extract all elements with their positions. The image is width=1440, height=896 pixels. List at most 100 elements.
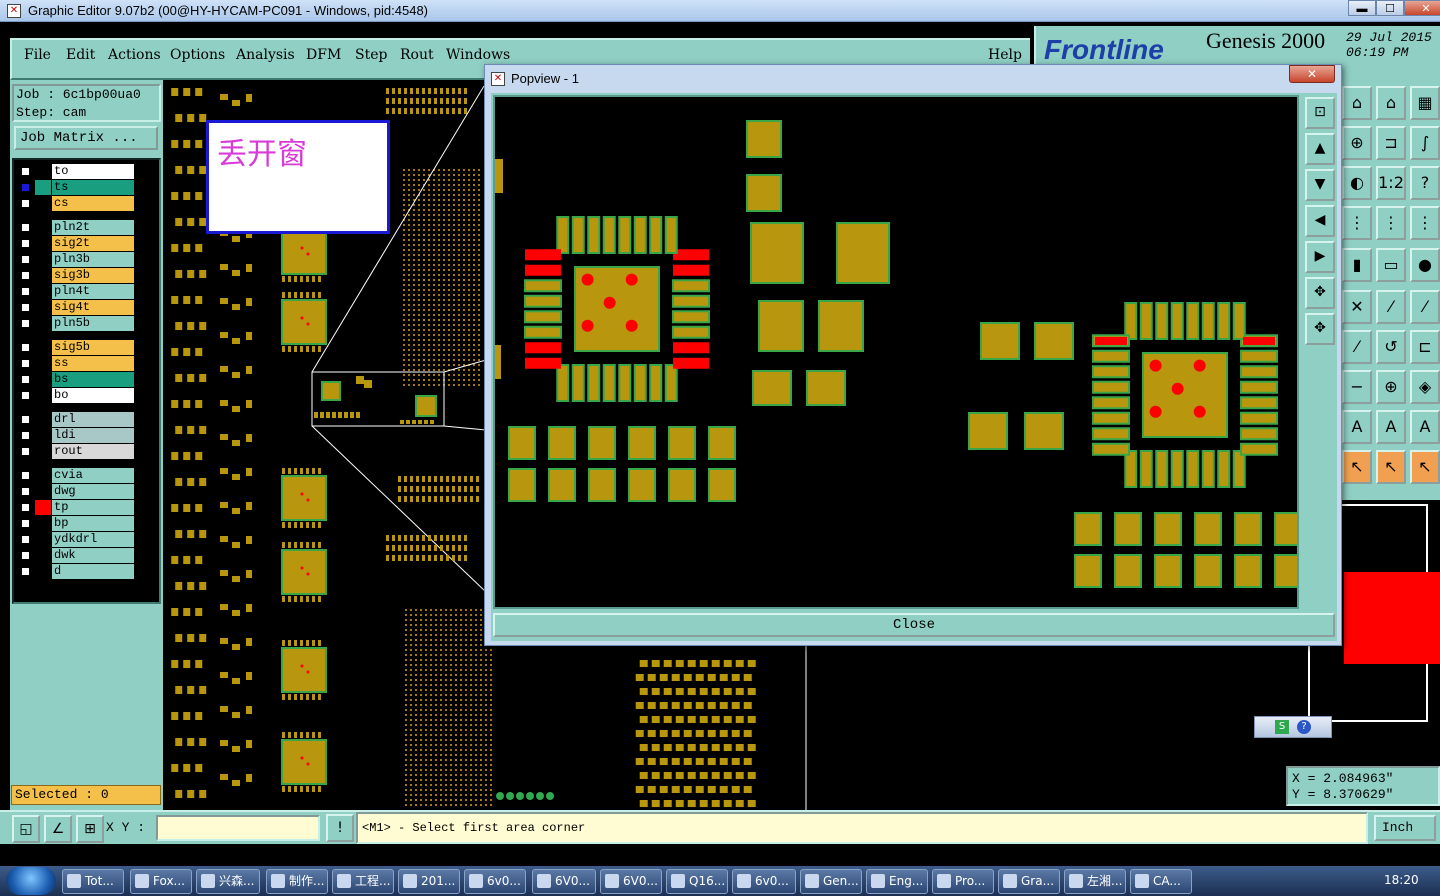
tool-bracket-icon[interactable]: ⊏ bbox=[1410, 330, 1440, 364]
layer-checkbox[interactable] bbox=[20, 302, 31, 313]
layer-checkbox[interactable] bbox=[20, 166, 31, 177]
layer-checkbox[interactable] bbox=[20, 198, 31, 209]
layer-checkbox[interactable] bbox=[20, 254, 31, 265]
layer-checkbox[interactable] bbox=[20, 182, 31, 193]
layer-row-ts[interactable]: ts bbox=[16, 180, 136, 195]
layer-row-bs[interactable]: bs bbox=[16, 372, 136, 387]
window-titlebar[interactable]: ✕ Graphic Editor 9.07b2 (00@HY-HYCAM-PC0… bbox=[0, 0, 1440, 22]
snap-mode-icon[interactable]: ◱ bbox=[12, 815, 40, 843]
taskbar-item[interactable]: Gra... bbox=[998, 869, 1060, 894]
layer-row-drl[interactable]: drl bbox=[16, 412, 136, 427]
layer-checkbox[interactable] bbox=[20, 318, 31, 329]
taskbar-item[interactable]: Gen... bbox=[800, 869, 862, 894]
taskbar-item[interactable]: Q16... bbox=[666, 869, 728, 894]
layer-checkbox[interactable] bbox=[20, 390, 31, 401]
menu-analysis[interactable]: Analysis bbox=[236, 47, 295, 63]
menu-edit[interactable]: Edit bbox=[66, 47, 95, 63]
tool-dot-icon[interactable]: ● bbox=[1410, 248, 1440, 282]
menu-windows[interactable]: Windows bbox=[446, 47, 510, 63]
pv-zoom-up-icon[interactable]: ▲ bbox=[1305, 133, 1335, 165]
taskbar-item[interactable]: 制作... bbox=[266, 869, 328, 894]
layer-row-ldi[interactable]: ldi bbox=[16, 428, 136, 443]
layer-checkbox[interactable] bbox=[20, 486, 31, 497]
layer-checkbox[interactable] bbox=[20, 446, 31, 457]
layer-name[interactable]: bo bbox=[52, 388, 134, 403]
tool-text-icon[interactable]: A bbox=[1342, 410, 1372, 444]
xy-input[interactable] bbox=[156, 815, 320, 841]
floating-toolbar[interactable]: S ? bbox=[1254, 716, 1332, 738]
tool-cross-icon[interactable]: ✕ bbox=[1342, 290, 1372, 324]
layer-checkbox[interactable] bbox=[20, 358, 31, 369]
tool-snap-icon[interactable]: ⊐ bbox=[1376, 126, 1406, 160]
taskbar-item[interactable]: CA... bbox=[1130, 869, 1192, 894]
tool-minus-icon[interactable]: − bbox=[1342, 370, 1372, 404]
tool-scale-icon[interactable]: 1:2 bbox=[1376, 166, 1406, 200]
layer-row-bo[interactable]: bo bbox=[16, 388, 136, 403]
taskbar-item[interactable]: Tot... bbox=[62, 869, 124, 894]
layer-name[interactable]: to bbox=[52, 164, 134, 179]
layer-row-pln4t[interactable]: pln4t bbox=[16, 284, 136, 299]
angle-mode-icon[interactable]: ∠ bbox=[44, 815, 72, 843]
layer-checkbox[interactable] bbox=[20, 470, 31, 481]
layer-row-pln5b[interactable]: pln5b bbox=[16, 316, 136, 331]
tool-arc-icon[interactable]: ↺ bbox=[1376, 330, 1406, 364]
layer-row-tp[interactable]: tp bbox=[16, 500, 136, 515]
layer-name[interactable]: dwg bbox=[52, 484, 134, 499]
popview-canvas[interactable] bbox=[493, 95, 1299, 609]
tool-pan-icon[interactable]: ⊕ bbox=[1342, 126, 1372, 160]
menu-actions[interactable]: Actions bbox=[108, 47, 161, 63]
layer-name[interactable]: ydkdrl bbox=[52, 532, 134, 547]
tool-ruler-icon[interactable]: ▭ bbox=[1376, 248, 1406, 282]
alert-icon[interactable]: ! bbox=[326, 814, 354, 842]
tool-redraw-icon[interactable]: ◐ bbox=[1342, 166, 1372, 200]
tool-text3-icon[interactable]: A bbox=[1410, 410, 1440, 444]
layer-checkbox[interactable] bbox=[20, 238, 31, 249]
layer-name[interactable]: sig5b bbox=[52, 340, 134, 355]
layer-name[interactable]: pln3b bbox=[52, 252, 134, 267]
tool-net3-icon[interactable]: ⋮ bbox=[1410, 206, 1440, 240]
s-icon[interactable]: S bbox=[1275, 720, 1289, 734]
tool-shapes-icon[interactable]: ◈ bbox=[1410, 370, 1440, 404]
taskbar-item[interactable]: 6v0... bbox=[732, 869, 796, 894]
menu-file[interactable]: File bbox=[24, 47, 51, 63]
help-circle-icon[interactable]: ? bbox=[1297, 720, 1311, 734]
tool-measure-icon[interactable]: ∫ bbox=[1410, 126, 1440, 160]
layer-name[interactable]: cs bbox=[52, 196, 134, 211]
tool-zoom-home-icon[interactable]: ⌂ bbox=[1342, 86, 1372, 120]
grid-mode-icon[interactable]: ⊞ bbox=[76, 815, 104, 843]
taskbar-item[interactable]: 6V0... bbox=[532, 869, 596, 894]
unit-selector[interactable]: Inch bbox=[1374, 815, 1436, 841]
layer-row-sig5b[interactable]: sig5b bbox=[16, 340, 136, 355]
pv-zoom-right-icon[interactable]: ▶ bbox=[1305, 241, 1335, 273]
layer-name[interactable]: sig4t bbox=[52, 300, 134, 315]
layer-name[interactable]: sig2t bbox=[52, 236, 134, 251]
layer-checkbox[interactable] bbox=[20, 374, 31, 385]
taskbar-item[interactable]: 201... bbox=[398, 869, 460, 894]
taskbar-item[interactable]: 左湘... bbox=[1064, 869, 1126, 894]
layer-name[interactable]: ldi bbox=[52, 428, 134, 443]
tool-select-icon[interactable]: ↖ bbox=[1376, 450, 1406, 484]
layer-name[interactable]: pln4t bbox=[52, 284, 134, 299]
tool-net2-icon[interactable]: ⋮ bbox=[1376, 206, 1406, 240]
layer-row-d[interactable]: d bbox=[16, 564, 136, 579]
taskbar-item[interactable]: Pro... bbox=[932, 869, 994, 894]
tool-net-icon[interactable]: ⋮ bbox=[1342, 206, 1372, 240]
menu-rout[interactable]: Rout bbox=[400, 47, 434, 63]
layer-checkbox[interactable] bbox=[20, 534, 31, 545]
taskbar-item[interactable]: Eng... bbox=[866, 869, 928, 894]
tool-home-icon[interactable]: ⌂ bbox=[1376, 86, 1406, 120]
menu-help[interactable]: Help bbox=[988, 47, 1022, 63]
popview-close-x[interactable]: ✕ bbox=[1289, 65, 1335, 83]
layer-row-pln2t[interactable]: pln2t bbox=[16, 220, 136, 235]
close-button[interactable]: ✕ bbox=[1404, 0, 1440, 16]
tool-flag-icon[interactable]: ▮ bbox=[1342, 248, 1372, 282]
taskbar-item[interactable]: Fox... bbox=[130, 869, 192, 894]
job-matrix-button[interactable]: Job Matrix ... bbox=[14, 126, 158, 150]
layer-name[interactable]: pln5b bbox=[52, 316, 134, 331]
layer-row-ss[interactable]: ss bbox=[16, 356, 136, 371]
layer-row-sig2t[interactable]: sig2t bbox=[16, 236, 136, 251]
maximize-button[interactable]: ☐ bbox=[1376, 0, 1404, 16]
layer-row-bp[interactable]: bp bbox=[16, 516, 136, 531]
tool-text2-icon[interactable]: A bbox=[1376, 410, 1406, 444]
layer-checkbox[interactable] bbox=[20, 566, 31, 577]
